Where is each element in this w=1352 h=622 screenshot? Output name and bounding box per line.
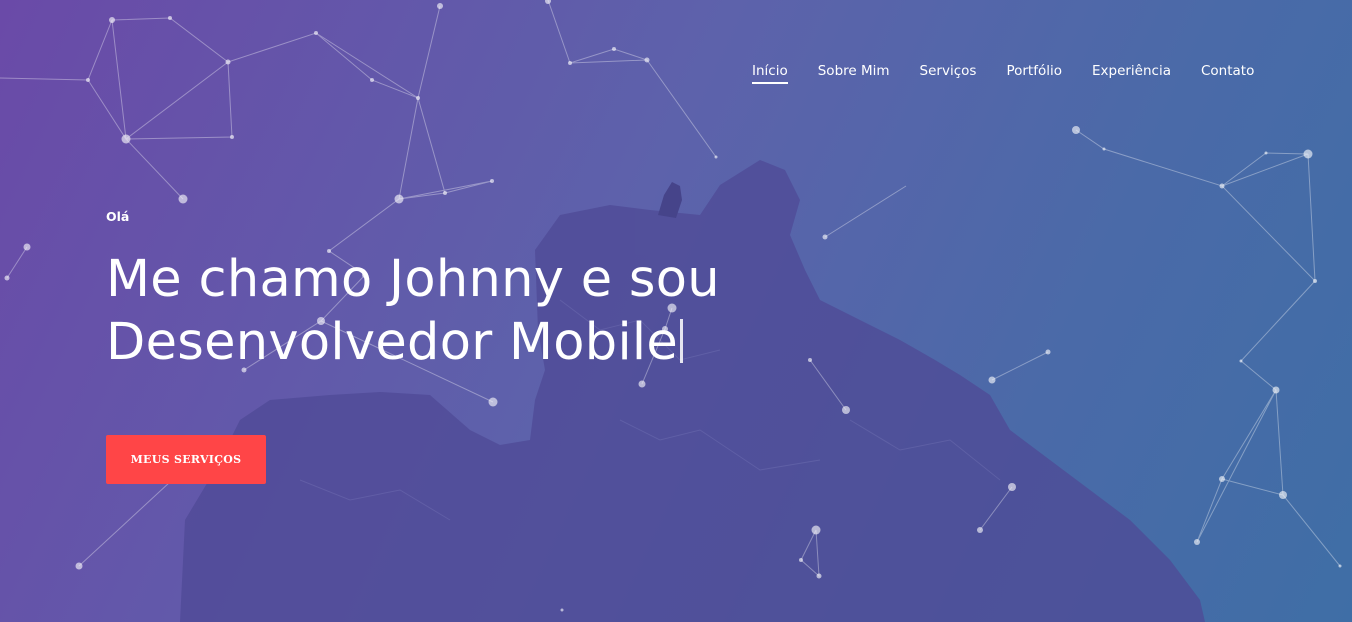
hero-headline: Me chamo Johnny e sou Desenvolvedor Mobi… [106,248,806,374]
nav-item-inicio[interactable]: Início [752,63,788,84]
main-navigation: Início Sobre Mim Serviços Portfólio Expe… [752,63,1254,84]
nav-item-sobre-mim[interactable]: Sobre Mim [818,63,890,84]
nav-item-contato[interactable]: Contato [1201,63,1254,84]
nav-item-portfolio[interactable]: Portfólio [1006,63,1062,84]
hero-greeting: Olá [106,209,130,224]
nav-item-servicos[interactable]: Serviços [920,63,977,84]
hero-section: Início Sobre Mim Serviços Portfólio Expe… [0,0,1352,622]
nav-item-experiencia[interactable]: Experiência [1092,63,1171,84]
services-button[interactable]: MEUS SERVIÇOS [106,435,266,484]
mountain-silhouette [180,160,1205,622]
typing-cursor [680,319,684,363]
hero-headline-line-2: Desenvolvedor Mobile [106,313,679,372]
hero-headline-line-1: Me chamo Johnny e sou [106,250,720,309]
